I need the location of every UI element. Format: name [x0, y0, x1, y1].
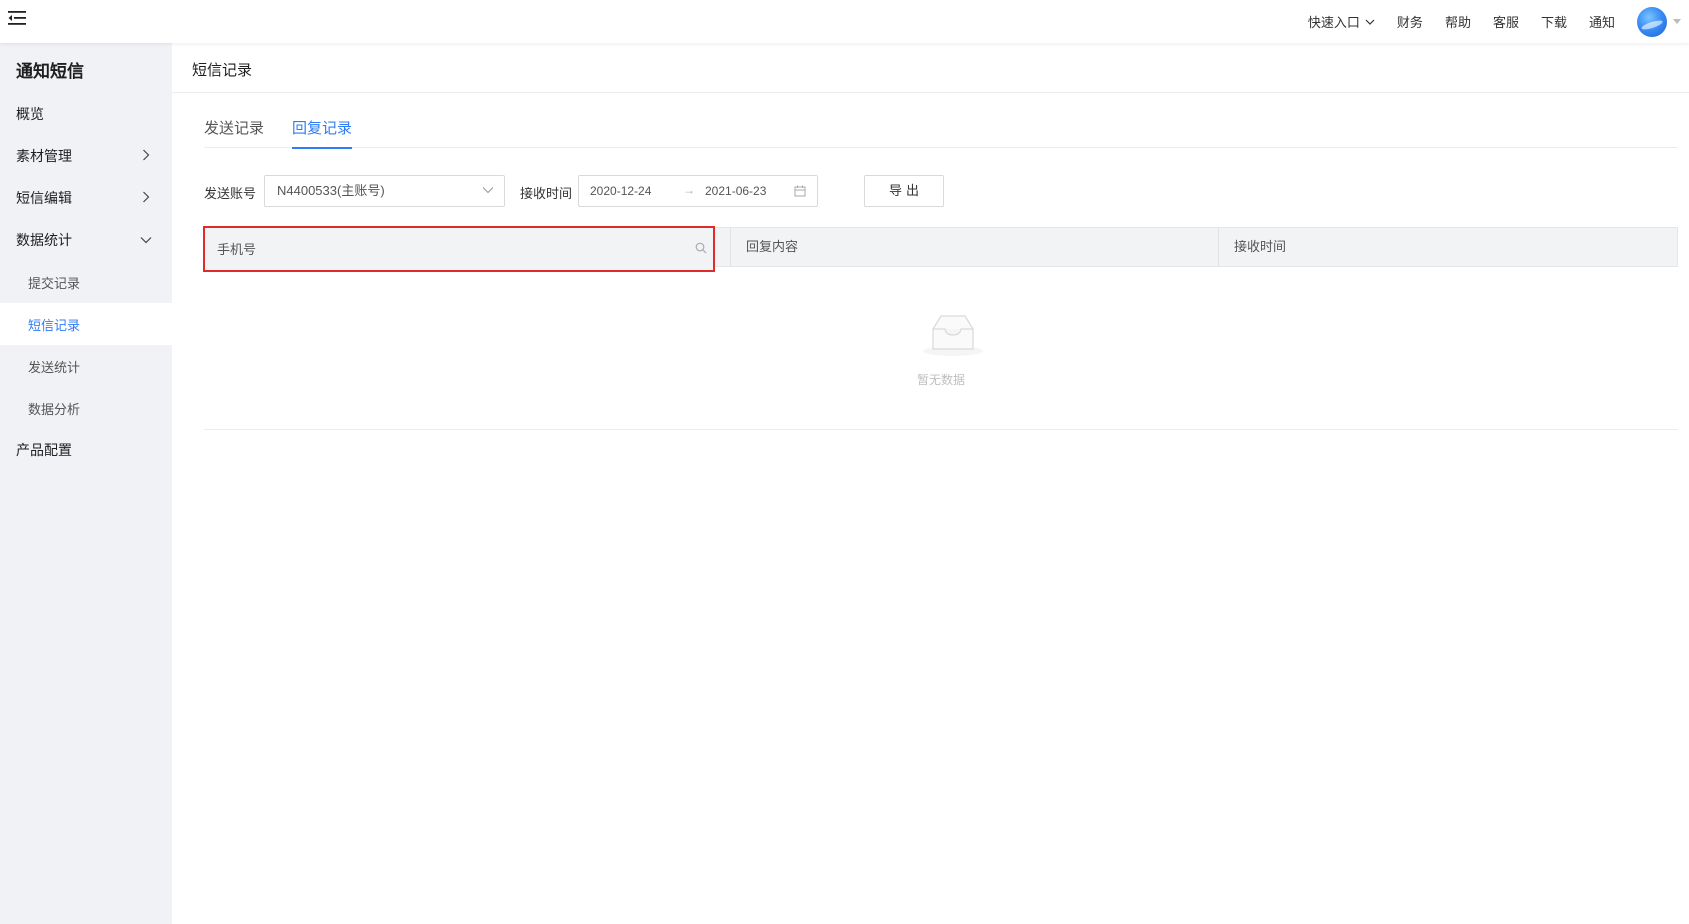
date-end: 2021-06-23 [705, 184, 767, 198]
sidebar: 通知短信 概览 素材管理 短信编辑 数据统计 提交记录 短信记录 发送统计 数据… [0, 43, 172, 924]
phone-search-box [203, 226, 715, 272]
chevron-down-icon [1365, 19, 1375, 25]
chevron-right-icon [143, 149, 150, 161]
caret-down-icon[interactable] [1673, 19, 1681, 24]
date-range-picker[interactable]: 2020-12-24 → 2021-06-23 [578, 175, 818, 207]
account-label: 发送账号 [204, 186, 257, 201]
receive-time-label: 接收时间 [520, 186, 573, 201]
page-header: 短信记录 [172, 43, 1689, 93]
sidebar-subitem-send-stats[interactable]: 发送统计 [0, 345, 172, 387]
sidebar-subitem-sms-records[interactable]: 短信记录 [0, 303, 172, 345]
empty-text: 暂无数据 [916, 373, 965, 387]
tab-send-records[interactable]: 发送记录 [204, 117, 264, 147]
arrow-right-icon: → [683, 183, 695, 197]
page-title: 短信记录 [192, 62, 253, 79]
customer-service-link[interactable]: 客服 [1493, 12, 1519, 31]
notification-link[interactable]: 通知 [1589, 12, 1615, 31]
quick-entry-label: 快速入口 [1307, 15, 1360, 30]
sidebar-item-overview[interactable]: 概览 [0, 93, 172, 135]
tab-reply-records[interactable]: 回复记录 [292, 117, 353, 149]
sidebar-item-label: 短信编辑 [16, 190, 72, 206]
chevron-down-icon [482, 187, 494, 194]
date-start: 2020-12-24 [590, 184, 652, 198]
record-tabs: 发送记录 回复记录 [204, 109, 1678, 149]
sidebar-item-statistics[interactable]: 数据统计 [0, 219, 172, 261]
account-select-value: N4400533(主账号) [277, 183, 385, 198]
account-select[interactable]: N4400533(主账号) [264, 175, 505, 207]
top-header: 快速入口 财务 帮助 客服 下载 通知 [0, 0, 1689, 43]
sidebar-subitem-submit-records[interactable]: 提交记录 [0, 261, 172, 303]
search-icon[interactable] [695, 242, 707, 254]
help-link[interactable]: 帮助 [1445, 12, 1471, 31]
sidebar-subitem-label: 短信记录 [28, 317, 81, 333]
calendar-icon [794, 185, 806, 197]
sidebar-subitem-label: 提交记录 [28, 275, 81, 291]
sidebar-item-label: 产品配置 [16, 442, 72, 458]
top-nav: 快速入口 财务 帮助 客服 下载 通知 [1308, 0, 1689, 43]
sidebar-subitem-label: 发送统计 [28, 359, 81, 375]
main-content: 短信记录 发送记录 回复记录 发送账号 N4400533(主账号) 接收时间 2… [172, 43, 1689, 924]
sidebar-subitem-label: 数据分析 [28, 401, 81, 417]
sidebar-item-product-config[interactable]: 产品配置 [0, 429, 172, 471]
sidebar-item-label: 素材管理 [16, 148, 72, 164]
avatar[interactable] [1637, 6, 1667, 37]
reply-records-table: 回复内容 接收时间 暂无数据 [203, 226, 1678, 430]
column-header-reply-content: 回复内容 [730, 228, 1218, 266]
chevron-right-icon [143, 191, 150, 203]
sidebar-item-label: 概览 [16, 106, 44, 122]
sidebar-item-label: 数据统计 [16, 232, 72, 248]
finance-link[interactable]: 财务 [1397, 12, 1423, 31]
chevron-down-icon [140, 237, 152, 244]
empty-inbox-icon [923, 315, 983, 356]
phone-search-input[interactable] [217, 237, 677, 261]
sidebar-item-material[interactable]: 素材管理 [0, 135, 172, 177]
menu-fold-icon[interactable] [6, 8, 28, 28]
empty-state: 暂无数据 [204, 267, 1678, 430]
quick-entry-menu[interactable]: 快速入口 [1308, 12, 1375, 31]
sidebar-subitem-data-analysis[interactable]: 数据分析 [0, 387, 172, 429]
sidebar-item-sms-edit[interactable]: 短信编辑 [0, 177, 172, 219]
table-header: 回复内容 接收时间 [203, 226, 1678, 272]
download-link[interactable]: 下载 [1541, 12, 1567, 31]
sidebar-title: 通知短信 [16, 62, 84, 81]
export-button[interactable]: 导出 [864, 175, 944, 207]
column-header-receive-time: 接收时间 [1218, 228, 1677, 266]
